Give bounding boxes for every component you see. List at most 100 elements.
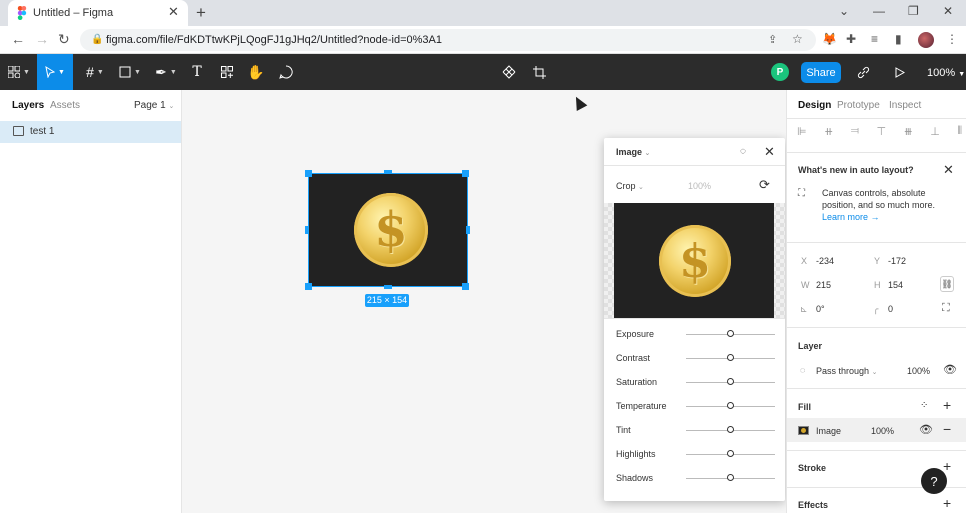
x-label: X: [801, 256, 808, 266]
window-close-button[interactable]: ✕: [943, 4, 953, 18]
rotate-icon[interactable]: ⟳: [759, 177, 770, 193]
puzzle-extensions-icon[interactable]: ✚: [846, 32, 856, 46]
help-button[interactable]: ?: [921, 468, 947, 494]
browser-menu-icon[interactable]: ⋮: [946, 32, 958, 46]
resize-handle[interactable]: [384, 285, 392, 289]
share-page-icon[interactable]: ⇪: [768, 33, 777, 46]
media-control-icon[interactable]: ≡: [871, 32, 878, 46]
tab-inspect[interactable]: Inspect: [889, 100, 921, 111]
fill-styles-icon[interactable]: ⁘: [920, 400, 928, 411]
align-center-h-icon[interactable]: ⧺: [824, 125, 833, 139]
tab-close-icon[interactable]: ✕: [168, 4, 179, 20]
layers-tab[interactable]: Layers: [12, 100, 44, 111]
browser-tab[interactable]: Untitled – Figma ✕: [8, 0, 188, 26]
slider-knob[interactable]: [726, 450, 734, 457]
align-left-icon[interactable]: ⊫: [797, 125, 807, 139]
resize-handle[interactable]: [305, 170, 312, 177]
bookmark-star-icon[interactable]: ☆: [792, 32, 803, 46]
image-frame[interactable]: $: [308, 173, 468, 287]
h-input[interactable]: 154: [888, 280, 903, 290]
resize-handle[interactable]: [466, 226, 470, 234]
independent-corners-icon[interactable]: ⛶: [942, 302, 950, 315]
back-icon[interactable]: ←: [11, 31, 25, 47]
text-tool-icon[interactable]: T: [184, 54, 210, 90]
tab-search-icon[interactable]: ⌄: [839, 4, 849, 18]
layer-opacity-input[interactable]: 100%: [907, 366, 930, 376]
side-panel-icon[interactable]: ▮: [895, 32, 902, 46]
resources-icon[interactable]: [214, 54, 240, 90]
add-effect-icon[interactable]: +: [943, 495, 951, 511]
forward-icon[interactable]: →: [35, 31, 49, 47]
resize-handle[interactable]: [384, 170, 392, 174]
y-input[interactable]: -172: [888, 256, 906, 266]
w-input[interactable]: 215: [816, 280, 831, 290]
slider-knob[interactable]: [726, 474, 734, 481]
x-input[interactable]: -234: [816, 256, 834, 266]
distribute-icon[interactable]: ⫴: [957, 125, 962, 139]
resize-handle[interactable]: [305, 226, 309, 234]
present-play-icon[interactable]: [887, 54, 913, 90]
fill-eye-icon[interactable]: 👁: [919, 423, 933, 436]
y-label: Y: [874, 256, 881, 266]
browser-tab-bar: Untitled – Figma ✕ + ⌄ — ❐ ✕: [0, 0, 966, 26]
slider-knob[interactable]: [726, 402, 734, 409]
fill-opacity[interactable]: 100%: [871, 426, 894, 436]
lock-icon: 🔒: [91, 34, 104, 45]
link-icon[interactable]: [849, 54, 877, 90]
fill-swatch[interactable]: [798, 426, 809, 435]
new-tab-button[interactable]: +: [196, 3, 206, 23]
url-bar[interactable]: 🔒 figma.com/file/FdKDTtwKPjLQogFJ1gJHq2/…: [80, 29, 816, 51]
metamask-extension-icon[interactable]: 🦊: [822, 32, 837, 46]
popup-close-icon[interactable]: ✕: [764, 144, 775, 160]
crop-mode-dropdown[interactable]: Crop ⌄: [616, 181, 644, 191]
fill-type[interactable]: Image: [816, 426, 841, 436]
style-drop-icon[interactable]: ◌: [740, 146, 746, 157]
minimize-button[interactable]: —: [873, 4, 885, 18]
align-center-v-icon[interactable]: ⧻: [904, 125, 913, 139]
adjustment-label: Saturation: [616, 377, 658, 387]
tab-prototype[interactable]: Prototype: [837, 100, 880, 111]
slider-knob[interactable]: [726, 354, 734, 361]
align-bottom-icon[interactable]: ⊥: [930, 125, 940, 139]
constrain-proportions-icon[interactable]: ⛓: [940, 276, 954, 292]
blend-mode-dropdown[interactable]: Pass through ⌄: [816, 366, 877, 376]
layer-row[interactable]: test 1: [0, 121, 181, 143]
align-top-icon[interactable]: ⊤: [877, 125, 887, 139]
resize-handle[interactable]: [462, 283, 469, 290]
resize-handle[interactable]: [462, 170, 469, 177]
corner-radius-input[interactable]: 0: [888, 304, 893, 314]
component-icon[interactable]: [496, 54, 522, 90]
remove-fill-icon[interactable]: −: [943, 421, 951, 437]
user-avatar[interactable]: P: [771, 63, 789, 81]
reload-icon[interactable]: ↻: [58, 31, 70, 48]
shape-tool-icon[interactable]: ▼: [114, 54, 146, 90]
restore-button[interactable]: ❐: [908, 4, 919, 18]
comment-icon[interactable]: [273, 54, 299, 90]
hand-tool-icon[interactable]: ✋: [243, 54, 269, 90]
move-tool-icon[interactable]: ▼: [37, 54, 73, 90]
resize-handle[interactable]: [305, 283, 312, 290]
assets-tab[interactable]: Assets: [50, 100, 80, 111]
learn-more-link[interactable]: Learn more →: [822, 212, 880, 222]
whats-new-body-2: position, and so much more.: [822, 200, 936, 210]
close-whats-new-icon[interactable]: ✕: [943, 162, 954, 178]
slider-knob[interactable]: [726, 426, 734, 433]
align-right-icon[interactable]: ⫤: [851, 125, 859, 139]
main-menu-icon[interactable]: ▼: [4, 54, 34, 90]
eye-icon[interactable]: 👁: [943, 363, 957, 376]
add-fill-icon[interactable]: +: [943, 397, 951, 413]
crop-icon[interactable]: [526, 54, 552, 90]
pen-tool-icon[interactable]: ✒ ▼: [150, 54, 182, 90]
zoom-level-dropdown[interactable]: 100% ▼: [927, 67, 965, 79]
slider-knob[interactable]: [726, 378, 734, 385]
tab-design[interactable]: Design: [798, 100, 831, 111]
frame-tool-icon[interactable]: # ▼: [79, 54, 111, 90]
image-type-dropdown[interactable]: Image ⌄: [616, 147, 650, 157]
page-selector[interactable]: Page 1 ⌄: [134, 100, 174, 111]
share-button[interactable]: Share: [801, 62, 841, 83]
adjustment-label: Exposure: [616, 329, 655, 339]
browser-profile-avatar[interactable]: [918, 32, 934, 48]
rotation-input[interactable]: 0°: [816, 304, 825, 314]
add-stroke-icon[interactable]: +: [943, 458, 951, 474]
slider-knob[interactable]: [726, 330, 734, 337]
